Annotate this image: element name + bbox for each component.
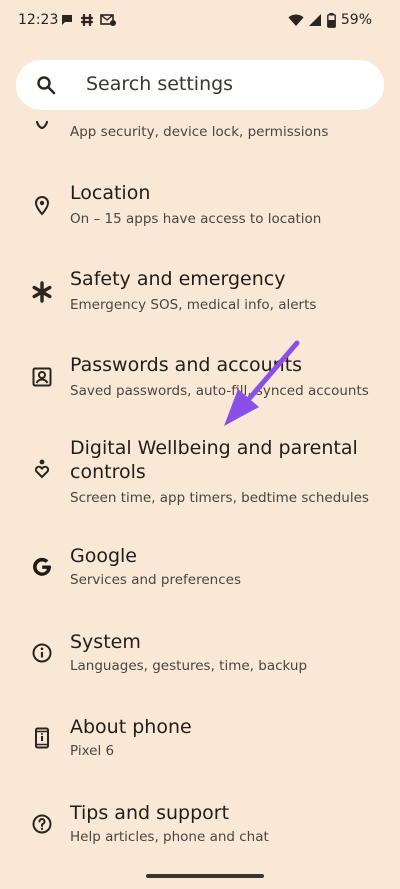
info-icon bbox=[32, 643, 52, 663]
status-time: 12:23 bbox=[18, 12, 59, 28]
security-icon bbox=[35, 120, 49, 130]
phone-icon bbox=[35, 727, 49, 749]
chat-bubble-icon bbox=[62, 15, 72, 25]
settings-item-subtitle: Screen time, app timers, bedtime schedul… bbox=[70, 490, 369, 506]
settings-item-title: Location bbox=[70, 182, 151, 204]
settings-item-security[interactable]: App security, device lock, permissions bbox=[0, 112, 400, 152]
wellbeing-icon bbox=[34, 459, 50, 479]
slack-icon bbox=[80, 13, 94, 27]
settings-item-subtitle: Saved passwords, auto-fill, synced accou… bbox=[70, 383, 369, 399]
settings-item-subtitle: App security, device lock, permissions bbox=[70, 124, 329, 140]
settings-item-subtitle: Pixel 6 bbox=[70, 743, 115, 759]
settings-item-subtitle: Languages, gestures, time, backup bbox=[70, 658, 308, 674]
wifi-icon bbox=[288, 14, 304, 26]
search-bar[interactable]: Search settings bbox=[16, 60, 384, 110]
settings-item-about-phone[interactable]: About phone Pixel 6 bbox=[0, 712, 400, 772]
settings-item-title: Passwords and accounts bbox=[70, 354, 303, 376]
status-right: 59% bbox=[288, 12, 372, 28]
status-bar: 12:23 59% bbox=[0, 0, 400, 44]
settings-item-subtitle: Emergency SOS, medical info, alerts bbox=[70, 297, 317, 313]
home-indicator[interactable] bbox=[146, 874, 264, 878]
settings-item-title-line2: controls bbox=[70, 461, 146, 483]
battery-icon bbox=[326, 12, 336, 28]
asterisk-icon bbox=[32, 281, 52, 303]
settings-item-subtitle: Services and preferences bbox=[70, 572, 241, 588]
mail-blocked-icon bbox=[100, 14, 116, 26]
settings-item-title: Digital Wellbeing and parental bbox=[70, 437, 358, 459]
settings-item-system[interactable]: System Languages, gestures, time, backup bbox=[0, 627, 400, 687]
signal-icon bbox=[308, 14, 321, 26]
settings-item-tips-support[interactable]: Tips and support Help articles, phone an… bbox=[0, 798, 400, 858]
search-icon bbox=[37, 76, 56, 95]
help-icon bbox=[32, 814, 52, 834]
settings-item-location[interactable]: Location On – 15 apps have access to loc… bbox=[0, 178, 400, 238]
settings-item-title: Safety and emergency bbox=[70, 268, 286, 290]
settings-item-title: System bbox=[70, 631, 141, 653]
battery-percent: 59% bbox=[340, 12, 372, 28]
account-box-icon bbox=[32, 367, 52, 387]
notification-icons bbox=[60, 13, 116, 27]
settings-item-subtitle: On – 15 apps have access to location bbox=[70, 211, 322, 227]
search-label: Search settings bbox=[86, 73, 234, 95]
settings-item-title: Google bbox=[70, 545, 138, 567]
settings-item-passwords[interactable]: Passwords and accounts Saved passwords, … bbox=[0, 350, 400, 410]
settings-item-digital-wellbeing[interactable]: Digital Wellbeing and parental controls … bbox=[0, 434, 400, 514]
settings-item-subtitle: Help articles, phone and chat bbox=[70, 829, 269, 845]
settings-item-title: About phone bbox=[70, 716, 192, 738]
location-pin-icon bbox=[34, 195, 50, 216]
settings-item-google[interactable]: Google Services and preferences bbox=[0, 541, 400, 601]
settings-item-safety[interactable]: Safety and emergency Emergency SOS, medi… bbox=[0, 264, 400, 324]
google-icon bbox=[33, 557, 51, 576]
settings-item-title: Tips and support bbox=[70, 802, 230, 824]
